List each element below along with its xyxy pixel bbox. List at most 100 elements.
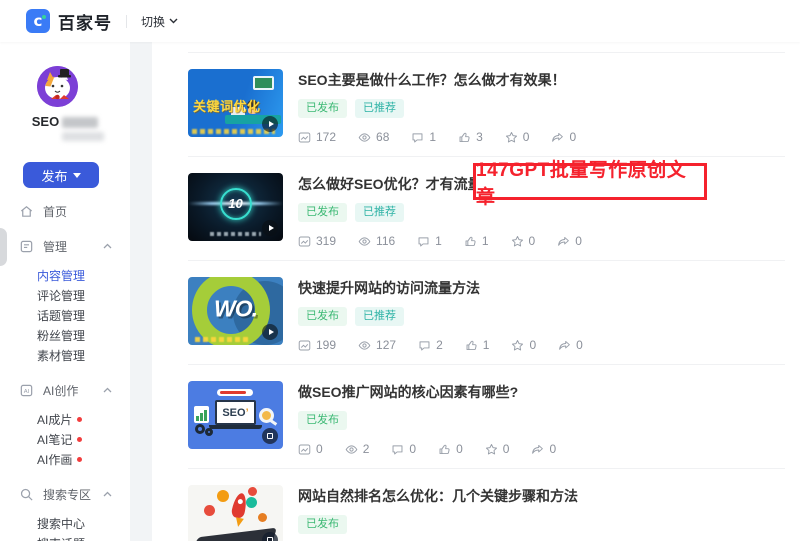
shares-icon — [557, 235, 570, 248]
thumbnail-text: 关键词优化 — [193, 96, 261, 115]
header-divider — [126, 15, 127, 28]
chevron-up-icon — [103, 387, 112, 393]
video-thumbnail[interactable]: 关键词优化 — [188, 69, 283, 137]
scrolled-row-remnant — [152, 42, 800, 52]
favorites-icon — [511, 235, 524, 248]
cat-avatar-image — [37, 66, 78, 107]
comments-stat: 0 — [391, 442, 416, 456]
account-switch-button[interactable]: 切换 — [141, 13, 178, 30]
thumbnail-text: WO. — [214, 295, 257, 322]
views-stat: 116 — [358, 234, 395, 248]
sidebar-item-fans-manage[interactable]: 粉丝管理 — [0, 326, 130, 346]
shares-stat: 0 — [551, 130, 576, 144]
thumbnail-text: 10 — [220, 188, 252, 220]
shares-stat: 0 — [558, 338, 583, 352]
favorites-stat: 0 — [511, 234, 536, 248]
avatar[interactable] — [37, 66, 78, 107]
favorites-stat: 0 — [511, 338, 536, 352]
sidebar-item-ai-note[interactable]: AI笔记 — [0, 430, 130, 450]
comments-icon — [417, 235, 430, 248]
baijiahao-content-page: c 百家号 切换 S — [0, 0, 800, 541]
impressions-stat: 319 — [298, 234, 336, 248]
comments-stat: 2 — [418, 338, 443, 352]
sidebar-item-search-topic[interactable]: 搜索话题 — [0, 534, 130, 541]
sidebar: SEO 发布 首页 管理 内容管理 评论管理 话题管理 粉丝管理 素材管理 — [0, 42, 130, 541]
impressions-icon — [298, 339, 311, 352]
likes-icon — [465, 339, 478, 352]
sidebar-item-content-manage[interactable]: 内容管理 — [0, 266, 130, 286]
impressions-icon — [298, 443, 311, 456]
ai-icon: AI — [19, 383, 34, 398]
status-badge-published: 已发布 — [298, 203, 347, 222]
new-badge-dot — [77, 417, 82, 422]
article-row: WO. 快速提升网站的访问流量方法 已发布 已推荐 199 127 2 1 — [188, 260, 785, 364]
impressions-icon — [298, 235, 311, 248]
sidebar-collapse-handle[interactable] — [0, 228, 7, 266]
sidebar-group-search[interactable]: 搜索专区 — [0, 483, 130, 505]
play-icon — [262, 116, 278, 132]
publish-button[interactable]: 发布 — [23, 162, 99, 188]
favorites-stat: 0 — [505, 130, 530, 144]
baijiahao-logo-icon[interactable]: c — [26, 9, 50, 33]
username: SEO — [0, 114, 130, 129]
manage-icon — [19, 239, 34, 254]
sidebar-menu: 首页 管理 内容管理 评论管理 话题管理 粉丝管理 素材管理 AI AI创作 A… — [0, 200, 130, 541]
status-badge-recommended: 已推荐 — [355, 307, 404, 326]
article-stats: 172 68 1 3 0 0 — [298, 130, 576, 144]
new-badge-dot — [77, 457, 82, 462]
sidebar-item-comment-manage[interactable]: 评论管理 — [0, 286, 130, 306]
sidebar-item-material-manage[interactable]: 素材管理 — [0, 346, 130, 366]
favorites-icon — [511, 339, 524, 352]
status-badge-published: 已发布 — [298, 515, 347, 534]
comments-stat: 1 — [417, 234, 442, 248]
views-stat: 127 — [358, 338, 396, 352]
annotation-highlight-box: 147GPT批量写作原创文章 — [473, 163, 707, 200]
censored-name — [62, 117, 98, 128]
article-stats: 199 127 2 1 0 0 — [298, 338, 583, 352]
article-title[interactable]: SEO主要是做什么工作？怎么做才有效果！ — [298, 70, 576, 90]
views-icon — [358, 131, 371, 144]
chevron-up-icon — [103, 243, 112, 249]
impressions-stat: 199 — [298, 338, 336, 352]
sidebar-group-manage[interactable]: 管理 — [0, 235, 130, 257]
impressions-stat: 172 — [298, 130, 336, 144]
status-badge-recommended: 已推荐 — [355, 203, 404, 222]
status-badge-published: 已发布 — [298, 307, 347, 326]
video-thumbnail[interactable]: WO. — [188, 277, 283, 345]
article-type-icon — [262, 532, 278, 541]
likes-stat: 1 — [465, 338, 490, 352]
play-icon — [262, 324, 278, 340]
article-title[interactable]: 快速提升网站的访问流量方法 — [298, 278, 583, 298]
brand-title: 百家号 — [58, 9, 112, 34]
video-thumbnail[interactable]: 10 — [188, 173, 283, 241]
new-badge-dot — [77, 437, 82, 442]
likes-stat: 1 — [464, 234, 489, 248]
comments-stat: 1 — [411, 130, 436, 144]
thumbnail-text: SEO — [222, 407, 245, 419]
article-title[interactable]: 网站自然排名怎么优化：几个关键步骤和方法 — [298, 486, 578, 506]
article-row: 关键词优化 SEO主要是做什么工作？怎么做才有效果！ 已发布 已推荐 172 6… — [188, 52, 785, 156]
shares-stat: 0 — [531, 442, 556, 456]
search-icon — [19, 487, 34, 502]
views-icon — [358, 339, 371, 352]
sidebar-group-ai[interactable]: AI AI创作 — [0, 379, 130, 401]
article-thumbnail[interactable] — [188, 485, 283, 541]
sidebar-item-topic-manage[interactable]: 话题管理 — [0, 306, 130, 326]
status-badge-recommended: 已推荐 — [355, 99, 404, 118]
article-row: SEO’ 做SEO推广网站的核心因素有哪些? 已发布 0 2 0 — [188, 364, 785, 468]
article-type-icon — [262, 428, 278, 444]
article-title[interactable]: 做SEO推广网站的核心因素有哪些? — [298, 382, 556, 402]
sidebar-item-search-center[interactable]: 搜索中心 — [0, 514, 130, 534]
caret-down-icon — [73, 173, 81, 178]
status-badge-published: 已发布 — [298, 99, 347, 118]
likes-stat: 3 — [458, 130, 483, 144]
sidebar-item-ai-video[interactable]: AI成片 — [0, 410, 130, 430]
comments-icon — [411, 131, 424, 144]
likes-icon — [458, 131, 471, 144]
article-thumbnail[interactable]: SEO’ — [188, 381, 283, 449]
favorites-icon — [505, 131, 518, 144]
sidebar-item-home[interactable]: 首页 — [0, 200, 130, 222]
play-icon — [262, 220, 278, 236]
favorites-icon — [485, 443, 498, 456]
sidebar-item-ai-paint[interactable]: AI作画 — [0, 450, 130, 470]
